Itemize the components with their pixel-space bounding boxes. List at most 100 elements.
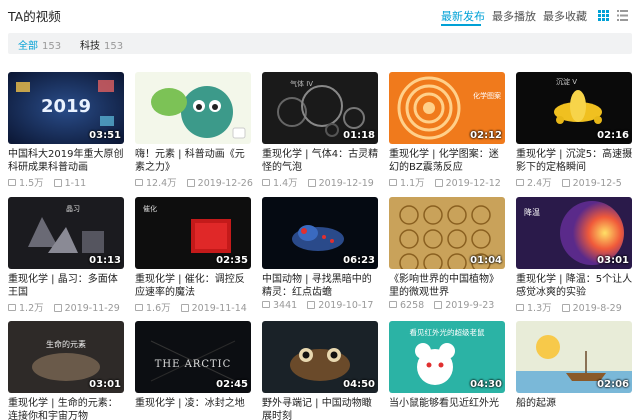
video-duration: 02:16	[597, 130, 629, 141]
video-thumbnail[interactable]: 06:23	[262, 197, 378, 269]
video-thumbnail[interactable]: 看见红外光的超级老鼠 04:30	[389, 321, 505, 393]
video-card[interactable]: 降温 03:01 重现化学 | 降温：5个让人感觉冰爽的实验 1.3万 2019-…	[516, 197, 632, 315]
play-count-icon	[262, 301, 270, 308]
video-meta: 12.4万 2019-12-26	[135, 175, 253, 189]
play-count-icon	[516, 179, 524, 186]
video-thumbnail[interactable]	[135, 72, 251, 144]
video-meta: 6258 2019-9-23	[389, 300, 494, 311]
video-meta: 3441 2019-10-17	[262, 300, 373, 311]
filter-all[interactable]: 全部 153	[18, 37, 61, 52]
video-duration: 03:51	[89, 130, 121, 141]
video-title[interactable]: 重现化学 | 化学图案：迷幻的BZ震荡反应	[389, 148, 507, 174]
video-card[interactable]: 化学图案 02:12 重现化学 | 化学图案：迷幻的BZ震荡反应 1.1万 201…	[389, 72, 505, 190]
video-title[interactable]: 重现化学 | 生命的元素：连接你和宇宙万物	[8, 397, 126, 420]
video-meta: 1.5万 1-11	[8, 175, 86, 189]
video-thumbnail[interactable]: THE ARCTIC 02:45	[135, 321, 251, 393]
play-count: 1.1万	[400, 178, 425, 189]
sort-most-played-tab[interactable]: 最多播放	[492, 8, 536, 24]
play-count-icon	[389, 179, 397, 186]
calendar-icon	[434, 179, 443, 187]
video-title[interactable]: 当小鼠能够看见近红外光	[389, 397, 507, 420]
video-card[interactable]: 嗨！元素 | 科普动画《元素之力》 12.4万 2019-12-26	[135, 72, 253, 190]
thumbnail-image	[135, 72, 251, 144]
video-duration: 02:06	[597, 379, 629, 390]
video-title[interactable]: 船的起源	[516, 397, 634, 420]
publish-date: 2019-10-17	[318, 300, 374, 311]
video-duration: 02:45	[216, 379, 248, 390]
video-card[interactable]: 生命的元素 03:01 重现化学 | 生命的元素：连接你和宇宙万物	[8, 321, 124, 420]
video-title[interactable]: 《影响世界的中国植物》里的微观世界	[389, 273, 507, 299]
video-meta: 1.3万 2019-8-29	[516, 300, 622, 314]
play-count-icon	[8, 304, 16, 311]
video-title[interactable]: 重现化学 | 降温：5个让人感觉冰爽的实验	[516, 273, 634, 299]
video-card[interactable]: THE ARCTIC 02:45 重现化学 | 凌：冰封之地	[135, 321, 251, 420]
calendar-icon	[180, 304, 189, 312]
video-meta: 1.4万 2019-12-19	[262, 175, 374, 189]
play-count: 6258	[400, 300, 425, 311]
video-thumbnail[interactable]: 晶习 01:13	[8, 197, 124, 269]
video-title[interactable]: 中国科大2019年重大原创科研成果科普动画	[8, 148, 126, 174]
play-count-icon	[389, 301, 397, 308]
calendar-icon	[307, 301, 316, 309]
page-title: TA的视频	[8, 9, 61, 24]
active-sort-underline	[441, 24, 481, 26]
sort-most-favorited-tab[interactable]: 最多收藏	[543, 8, 587, 24]
video-thumbnail[interactable]: 02:06	[516, 321, 632, 393]
video-meta: 2.4万 2019-12-5	[516, 175, 622, 189]
video-title[interactable]: 中国动物 | 寻找黑暗中的精灵：红点齿蟾	[262, 273, 380, 299]
video-card[interactable]: 看见红外光的超级老鼠 04:30 当小鼠能够看见近红外光	[389, 321, 505, 420]
video-title[interactable]: 重现化学 | 沉淀5：高速摄影下的定格瞬间	[516, 148, 634, 174]
video-title[interactable]: 重现化学 | 晶习：多面体王国	[8, 273, 126, 299]
thumbnail-label: 化学图案	[473, 91, 501, 100]
filter-all-count: 153	[42, 41, 62, 52]
publish-date: 1-11	[64, 178, 87, 189]
category-filter-bar: 全部 153 科技 153	[8, 33, 632, 54]
video-duration: 02:12	[470, 130, 502, 141]
video-title[interactable]: 重现化学 | 凌：冰封之地	[135, 397, 253, 420]
video-card[interactable]: 04:50 野外寻端记 | 中国动物瞰展时刻	[262, 321, 378, 420]
video-thumbnail[interactable]: 化学图案 02:12	[389, 72, 505, 144]
play-count-icon	[516, 304, 524, 311]
video-thumbnail[interactable]: 气体 IV 01:18	[262, 72, 378, 144]
video-thumbnail[interactable]: 2019 03:51	[8, 72, 124, 144]
video-card[interactable]: 01:04 《影响世界的中国植物》里的微观世界 6258 2019-9-23	[389, 197, 505, 315]
publish-date: 2019-12-5	[572, 178, 622, 189]
video-meta: 1.6万 2019-11-14	[135, 300, 247, 314]
video-title[interactable]: 重现化学 | 气体4：古灵精怪的气泡	[262, 148, 380, 174]
publish-date: 2019-11-14	[191, 303, 247, 314]
video-card[interactable]: 气体 IV 01:18 重现化学 | 气体4：古灵精怪的气泡 1.4万 2019-…	[262, 72, 378, 190]
video-title[interactable]: 嗨！元素 | 科普动画《元素之力》	[135, 148, 253, 174]
list-view-icon[interactable]	[617, 10, 628, 21]
thumbnail-label: 催化	[143, 204, 157, 213]
thumbnail-label: THE ARCTIC	[155, 359, 232, 370]
video-thumbnail[interactable]: 生命的元素 03:01	[8, 321, 124, 393]
video-thumbnail[interactable]: 降温 03:01	[516, 197, 632, 269]
grid-view-icon[interactable]	[598, 10, 609, 21]
video-card[interactable]: 催化 02:35 重现化学 | 催化：调控反应速率的魔法 1.6万 2019-11…	[135, 197, 251, 315]
calendar-icon	[434, 301, 443, 309]
play-count: 1.2万	[19, 303, 44, 314]
video-thumbnail[interactable]: 04:50	[262, 321, 378, 393]
sort-latest-tab[interactable]: 最新发布	[441, 8, 485, 24]
calendar-icon	[561, 304, 570, 312]
thumbnail-label: 晶习	[66, 205, 80, 213]
video-card[interactable]: 06:23 中国动物 | 寻找黑暗中的精灵：红点齿蟾 3441 2019-10-1…	[262, 197, 378, 315]
thumbnail-label: 生命的元素	[46, 339, 86, 349]
play-count: 1.6万	[146, 303, 171, 314]
filter-tech-label: 科技	[80, 41, 100, 52]
video-card[interactable]: 2019 03:51 中国科大2019年重大原创科研成果科普动画 1.5万 1-1…	[8, 72, 124, 190]
video-card[interactable]: 02:06 船的起源	[516, 321, 632, 420]
video-thumbnail[interactable]: 沉淀 V 02:16	[516, 72, 632, 144]
video-thumbnail[interactable]: 催化 02:35	[135, 197, 251, 269]
publish-date: 2019-8-29	[572, 303, 622, 314]
video-card[interactable]: 晶习 01:13 重现化学 | 晶习：多面体王国 1.2万 2019-11-29	[8, 197, 124, 315]
video-title[interactable]: 重现化学 | 催化：调控反应速率的魔法	[135, 273, 253, 299]
video-duration: 02:35	[216, 255, 248, 266]
filter-tech[interactable]: 科技 153	[80, 37, 123, 52]
video-title[interactable]: 野外寻端记 | 中国动物瞰展时刻	[262, 397, 380, 420]
play-count-icon	[135, 304, 143, 311]
video-thumbnail[interactable]: 01:04	[389, 197, 505, 269]
thumbnail-label: 看见红外光的超级老鼠	[410, 327, 485, 337]
video-card[interactable]: 沉淀 V 02:16 重现化学 | 沉淀5：高速摄影下的定格瞬间 2.4万 201…	[516, 72, 632, 190]
publish-date: 2019-9-23	[445, 300, 495, 311]
